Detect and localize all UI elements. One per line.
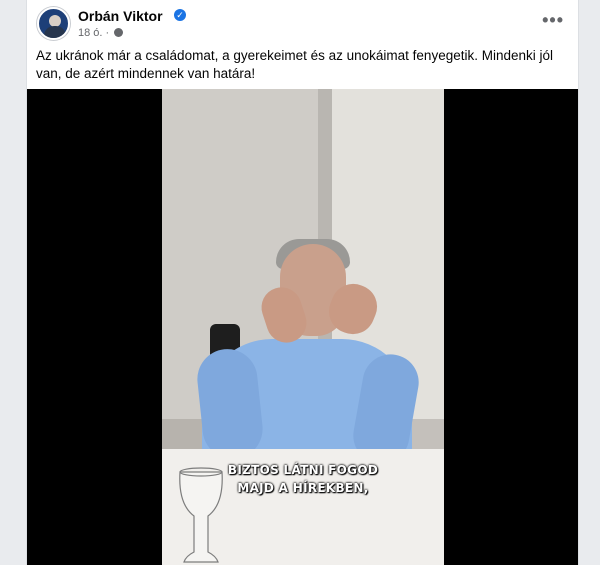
post-header: Orbán Viktor ✓ 18 ó. · •••: [27, 0, 578, 44]
post-time[interactable]: 18 ó. ·: [78, 27, 109, 39]
post-meta: 18 ó. ·: [78, 27, 124, 39]
more-options-icon[interactable]: •••: [542, 10, 564, 31]
post-text: Az ukránok már a családomat, a gyerekeim…: [36, 48, 554, 81]
video-caption: BIZTOS LÁTNI FOGOD MAJD A HÍREKBEN,: [162, 461, 444, 497]
author-avatar[interactable]: [37, 7, 70, 40]
avatar-body: [44, 26, 66, 38]
post-card: Orbán Viktor ✓ 18 ó. · ••• Az ukránok má…: [26, 0, 579, 565]
video-player[interactable]: BIZTOS LÁTNI FOGOD MAJD A HÍREKBEN,: [27, 89, 578, 565]
video-frame: BIZTOS LÁTNI FOGOD MAJD A HÍREKBEN,: [162, 89, 444, 565]
verified-badge-icon: ✓: [174, 9, 186, 21]
globe-icon: [114, 28, 124, 37]
author-name[interactable]: Orbán Viktor: [78, 8, 163, 24]
caption-line-2: MAJD A HÍREKBEN,: [237, 481, 369, 495]
caption-line-1: BIZTOS LÁTNI FOGOD: [227, 463, 379, 477]
